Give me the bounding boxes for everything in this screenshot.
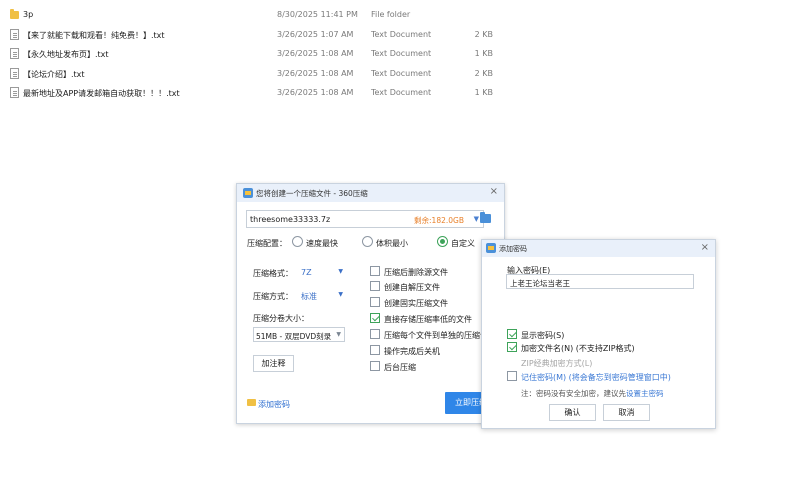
chevron-down-icon: ▼	[338, 268, 343, 275]
free-space: 剩余:182.0GB	[414, 216, 464, 225]
add-comment-button[interactable]: 加注释	[253, 355, 294, 372]
app-icon	[486, 243, 496, 253]
file-type: Text Document	[371, 68, 432, 78]
text-file-icon	[10, 28, 19, 40]
chevron-down-icon[interactable]: ▼	[474, 215, 479, 223]
file-type: Text Document	[371, 29, 432, 39]
archive-name-field[interactable]: threesome33333.7z 剩余:182.0GB ▼	[246, 210, 484, 228]
radio-dot	[292, 236, 303, 247]
file-name: 【来了就能下载和观看！纯免费！】.txt	[23, 30, 165, 40]
browse-folder-icon[interactable]	[480, 212, 491, 223]
file-date: 3/26/2025 1:07 AM	[277, 29, 354, 39]
app-icon	[243, 188, 253, 198]
checkbox	[370, 297, 380, 307]
option-label: ZIP经典加密方式(L)	[521, 359, 593, 368]
radio-label: 自定义	[451, 239, 475, 248]
compress-dialog: 您将创建一个压缩文件 - 360压缩 × threesome33333.7z 剩…	[236, 183, 505, 424]
file-name: 【论坛介绍】.txt	[23, 69, 85, 79]
config-label: 压缩配置：	[247, 239, 287, 248]
file-list: 3p 8/30/2025 11:41 PM File folder 【来了就能下…	[0, 6, 520, 104]
radio-label: 速度最快	[306, 239, 338, 248]
file-size: 2 KB	[474, 29, 493, 39]
checkbox	[370, 281, 380, 291]
file-name: 【永久地址发布页】.txt	[23, 50, 109, 59]
option-label: 加密文件名(N) (不支持ZIP格式)	[521, 344, 635, 353]
volume-value: 51MB - 双层DVD刻录	[256, 332, 332, 341]
file-row[interactable]: 3p 8/30/2025 11:41 PM File folder	[0, 6, 520, 26]
option-label: 压缩每个文件到单独的压缩包	[384, 331, 488, 340]
add-password-label: 添加密码	[258, 400, 290, 409]
checkbox	[370, 361, 380, 371]
radio-label: 体积最小	[376, 239, 408, 248]
option-label: 创建固实压缩文件	[384, 299, 448, 308]
checkbox	[370, 329, 380, 339]
file-row[interactable]: 【论坛介绍】.txt 3/26/2025 1:08 AM Text Docume…	[0, 65, 520, 85]
security-note: 注：密码没有安全加密，建议先设置主密码	[521, 388, 664, 399]
text-file-icon	[10, 87, 19, 98]
text-file-icon	[10, 67, 19, 79]
file-row[interactable]: 【来了就能下载和观看！纯免费！】.txt 3/26/2025 1:07 AM T…	[0, 26, 520, 46]
file-size: 2 KB	[474, 68, 493, 78]
cancel-button[interactable]: 取消	[603, 404, 650, 421]
password-value: 上老王论坛当老王	[510, 279, 570, 288]
dialog-titlebar[interactable]: 添加密码 ×	[482, 240, 715, 257]
option-label: 直接存储压缩率低的文件	[384, 315, 472, 324]
option-label: 压缩后删除源文件	[384, 268, 448, 277]
file-size: 1 KB	[474, 88, 493, 97]
format-label: 压缩格式：	[253, 269, 293, 278]
format-value: 7Z	[301, 268, 312, 277]
file-type: Text Document	[371, 88, 432, 97]
radio-dot	[362, 236, 373, 247]
file-type: File folder	[371, 10, 411, 19]
file-size: 1 KB	[474, 49, 493, 58]
ok-button[interactable]: 确认	[549, 404, 596, 421]
folder-icon	[10, 9, 19, 19]
folder-icon	[247, 399, 256, 406]
dialog-title: 添加密码	[499, 245, 527, 253]
dialog-titlebar[interactable]: 您将创建一个压缩文件 - 360压缩 ×	[237, 184, 504, 202]
chevron-down-icon: ▼	[338, 291, 343, 298]
dialog-title: 您将创建一个压缩文件 - 360压缩	[256, 189, 368, 198]
text-file-icon	[10, 48, 19, 59]
chevron-down-icon: ▼	[336, 331, 341, 338]
file-date: 3/26/2025 1:08 AM	[277, 49, 354, 58]
file-name: 3p	[23, 10, 34, 19]
password-dialog: 添加密码 × 输入密码(E) 上老王论坛当老王 显示密码(S) 加密文件名(N)…	[481, 239, 716, 429]
checkbox	[507, 371, 517, 381]
archive-name: threesome33333.7z	[250, 215, 331, 224]
option-label: 显示密码(S)	[521, 331, 565, 340]
file-row[interactable]: 最新地址及APP请发邮箱自动获取！！！.txt 3/26/2025 1:08 A…	[0, 84, 520, 104]
file-date: 3/26/2025 1:08 AM	[277, 88, 354, 97]
volume-select[interactable]: 51MB - 双层DVD刻录 ▼	[253, 327, 345, 342]
method-select[interactable]: 标准 ▼	[301, 290, 343, 302]
option-label: 创建自解压文件	[384, 283, 440, 292]
checkbox	[370, 313, 380, 323]
method-value: 标准	[301, 292, 317, 301]
checkbox	[507, 329, 517, 339]
set-master-password-link[interactable]: 设置主密码	[626, 389, 664, 398]
file-date: 8/30/2025 11:41 PM	[277, 10, 358, 19]
file-date: 3/26/2025 1:08 AM	[277, 68, 354, 78]
option-label: 操作完成后关机	[384, 347, 440, 356]
file-name: 最新地址及APP请发邮箱自动获取！！！.txt	[23, 89, 180, 98]
option-label: 记住密码(M) (将会备忘到密码管理窗口中)	[521, 373, 671, 382]
file-type: Text Document	[371, 49, 432, 58]
option-label: 后台压缩	[384, 363, 416, 372]
method-label: 压缩方式：	[253, 292, 293, 301]
checkbox	[370, 266, 380, 276]
checkbox	[370, 345, 380, 355]
file-row[interactable]: 【永久地址发布页】.txt 3/26/2025 1:08 AM Text Doc…	[0, 45, 520, 65]
checkbox	[507, 342, 517, 352]
password-input[interactable]: 上老王论坛当老王	[506, 274, 694, 289]
close-icon[interactable]: ×	[490, 186, 498, 197]
volume-label: 压缩分卷大小：	[253, 314, 309, 323]
format-select[interactable]: 7Z ▼	[301, 267, 343, 279]
close-icon[interactable]: ×	[701, 242, 709, 253]
radio-dot	[437, 236, 448, 247]
note-text: 注：密码没有安全加密，建议先	[521, 389, 626, 398]
